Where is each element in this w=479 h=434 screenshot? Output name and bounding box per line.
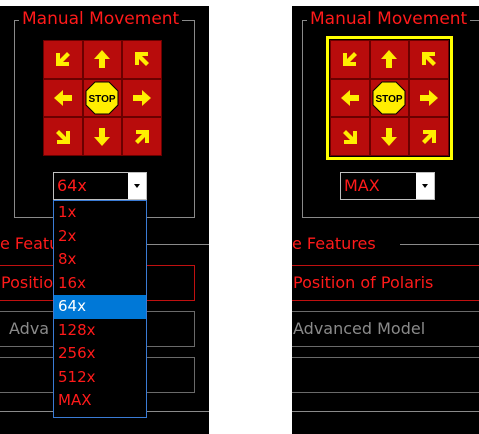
arrow-up-right-icon [135, 52, 150, 67]
move-up-left-button[interactable] [330, 40, 370, 79]
section-divider [400, 244, 479, 245]
speed-option[interactable]: 2x [54, 225, 146, 249]
speed-option[interactable]: 16x [54, 272, 146, 296]
move-up-left-button[interactable] [43, 40, 83, 79]
arrow-down-icon [94, 127, 111, 146]
position-of-polaris-button[interactable]: Position of Polaris [292, 265, 479, 301]
advanced-button-label: Advanced Model [293, 319, 426, 338]
arrow-down-left-icon [342, 129, 357, 144]
arrow-right-icon [420, 89, 439, 106]
speed-option[interactable]: 256x [54, 342, 146, 366]
speed-option[interactable]: 8x [54, 248, 146, 272]
arrow-down-right-icon [135, 129, 150, 144]
direction-pad: STOP [326, 36, 453, 160]
stop-button[interactable]: STOP [369, 78, 410, 118]
group-title: Manual Movement [307, 8, 471, 30]
speed-select[interactable]: MAX [340, 172, 435, 200]
speed-option[interactable]: MAX [54, 389, 146, 413]
bottom-divider [292, 411, 479, 412]
move-down-right-button[interactable] [409, 117, 449, 156]
arrow-up-icon [94, 50, 111, 69]
move-up-right-button[interactable] [409, 40, 449, 79]
arrow-up-left-icon [55, 52, 70, 67]
arrow-up-left-icon [342, 52, 357, 67]
speed-option[interactable]: 512x [54, 366, 146, 390]
move-down-left-button[interactable] [330, 117, 370, 156]
arrow-up-icon [381, 50, 398, 69]
move-up-right-button[interactable] [122, 40, 162, 79]
speed-select-value: 64x [57, 176, 87, 195]
arrow-down-left-icon [55, 129, 70, 144]
speed-option[interactable]: 1x [54, 201, 146, 225]
speed-dropdown-list: 1x 2x 8x 16x 64x 128x 256x 512x MAX [53, 200, 147, 418]
third-button[interactable] [292, 357, 479, 393]
arrow-left-icon [340, 89, 359, 106]
chevron-down-icon[interactable] [416, 173, 434, 199]
position-button-label: Position of Polaris [293, 273, 434, 292]
advanced-button-label: Adva [9, 319, 50, 338]
speed-select-value: MAX [344, 176, 380, 195]
move-down-right-button[interactable] [122, 117, 162, 156]
arrow-left-icon [53, 89, 72, 106]
svg-text:STOP: STOP [89, 94, 116, 105]
chevron-down-icon[interactable] [128, 173, 146, 199]
speed-select[interactable]: 64x [53, 172, 147, 200]
move-down-button[interactable] [82, 117, 123, 156]
move-up-button[interactable] [369, 40, 410, 79]
arrow-right-icon [133, 89, 152, 106]
advanced-model-button[interactable]: Advanced Model [292, 311, 479, 347]
features-title: e Features [292, 234, 379, 254]
arrow-up-right-icon [422, 52, 437, 67]
move-down-button[interactable] [369, 117, 410, 156]
stop-icon: STOP [372, 81, 406, 115]
right-panel: Manual Movement STOP MAX e Features Posi… [292, 6, 479, 434]
arrow-down-right-icon [422, 129, 437, 144]
stop-icon: STOP [85, 81, 119, 115]
speed-option[interactable]: 64x [54, 295, 146, 319]
left-panel: Manual Movement STOP 64x e Featu Positio… [0, 6, 209, 434]
move-down-left-button[interactable] [43, 117, 83, 156]
group-title: Manual Movement [19, 8, 183, 30]
arrow-down-icon [381, 127, 398, 146]
move-right-button[interactable] [409, 78, 449, 118]
position-button-label: Positio [1, 273, 54, 292]
move-left-button[interactable] [330, 78, 370, 118]
stop-button[interactable]: STOP [82, 78, 123, 118]
move-up-button[interactable] [82, 40, 123, 79]
svg-text:STOP: STOP [376, 94, 403, 105]
move-left-button[interactable] [43, 78, 83, 118]
speed-option[interactable]: 128x [54, 319, 146, 343]
direction-pad: STOP [43, 40, 162, 156]
move-right-button[interactable] [122, 78, 162, 118]
